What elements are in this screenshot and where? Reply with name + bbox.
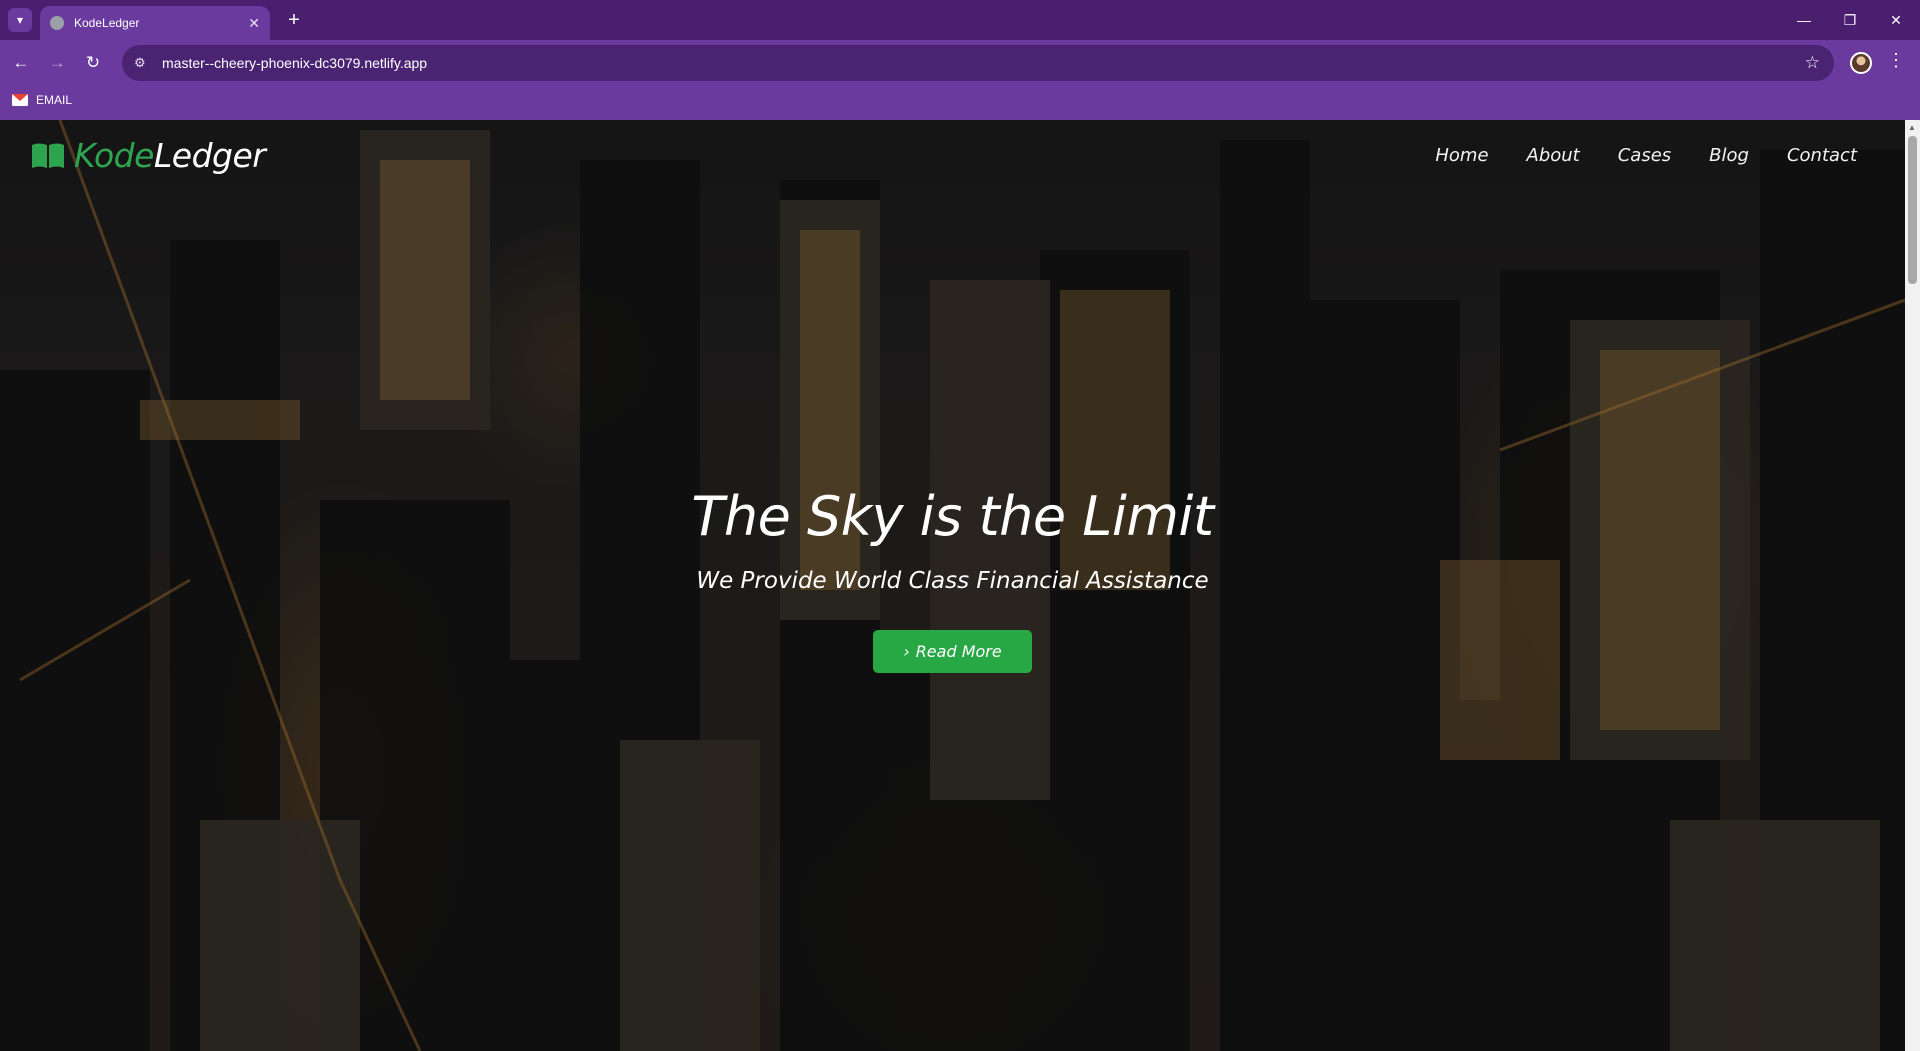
bookmark-label: EMAIL [36, 93, 73, 107]
page-scrollbar[interactable]: ▲ [1905, 120, 1920, 1051]
url-text[interactable]: master--cheery-phoenix-dc3079.netlify.ap… [162, 55, 427, 71]
nav-blog[interactable]: Blog [1709, 145, 1749, 166]
bookmark-star-icon[interactable]: ☆ [1805, 53, 1820, 73]
site-info-icon[interactable]: ⚙ [134, 55, 156, 71]
hero-title: The Sky is the Limit [691, 485, 1214, 548]
gmail-icon [12, 94, 28, 106]
profile-avatar[interactable] [1850, 52, 1872, 74]
read-more-button[interactable]: › Read More [873, 630, 1032, 673]
chevron-right-icon: › [903, 642, 910, 661]
tab-search-icon[interactable]: ▾ [8, 8, 32, 32]
site-logo[interactable]: Kode Ledger [30, 136, 266, 175]
nav-contact[interactable]: Contact [1787, 145, 1857, 166]
bookmark-email[interactable]: EMAIL [12, 93, 72, 107]
read-more-label: Read More [915, 642, 1002, 661]
bookmarks-bar: EMAIL [0, 86, 1920, 120]
hero-section: The Sky is the Limit We Provide World Cl… [0, 485, 1905, 673]
nav-home[interactable]: Home [1435, 145, 1488, 166]
address-bar[interactable]: ⚙ master--cheery-phoenix-dc3079.netlify.… [122, 45, 1834, 81]
tab-title: KodeLedger [74, 16, 140, 30]
browser-toolbar: ← → ↻ ⚙ master--cheery-phoenix-dc3079.ne… [0, 40, 1920, 86]
brand-name-ledger: Ledger [153, 136, 266, 175]
browser-menu-icon[interactable]: ⋮ [1886, 50, 1906, 71]
nav-cases[interactable]: Cases [1618, 145, 1671, 166]
hero-subtitle: We Provide World Class Financial Assista… [696, 568, 1209, 594]
browser-chrome: ▾ KodeLedger ✕ + — ❐ ✕ ← → ↻ ⚙ master--c… [0, 0, 1920, 120]
globe-icon [50, 16, 64, 30]
scrollbar-thumb[interactable] [1908, 136, 1917, 284]
main-nav: Home About Cases Blog Contact [1435, 145, 1857, 166]
reload-icon[interactable]: ↻ [80, 50, 106, 76]
back-icon[interactable]: ← [8, 50, 34, 76]
close-tab-icon[interactable]: ✕ [248, 15, 260, 32]
tab-strip: ▾ KodeLedger ✕ + — ❐ ✕ [0, 0, 1920, 40]
restore-icon[interactable]: ❐ [1832, 6, 1868, 34]
close-window-icon[interactable]: ✕ [1878, 6, 1914, 34]
nav-about[interactable]: About [1527, 145, 1580, 166]
new-tab-button[interactable]: + [282, 8, 306, 32]
browser-tab[interactable]: KodeLedger ✕ [40, 6, 270, 40]
scroll-up-icon[interactable]: ▲ [1908, 123, 1916, 132]
minimize-icon[interactable]: — [1786, 6, 1822, 34]
page-viewport: Kode Ledger Home About Cases Blog Contac… [0, 120, 1905, 1051]
forward-icon[interactable]: → [44, 50, 70, 76]
book-logo-icon [32, 143, 64, 168]
brand-name-kode: Kode [74, 136, 154, 175]
